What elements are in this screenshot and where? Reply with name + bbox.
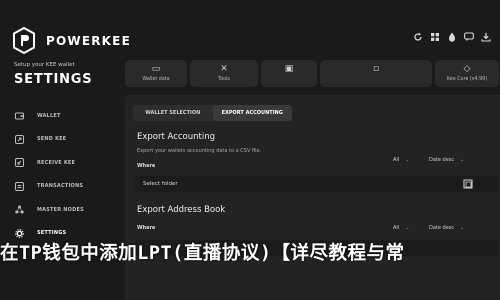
select-value: All <box>393 225 400 231</box>
chevron-down-icon: ⌄ <box>460 157 465 163</box>
filter-all-select[interactable]: All ⌄ <box>393 225 409 231</box>
chevron-down-icon: ⌄ <box>405 157 410 163</box>
sidebar-item-label: WALLET <box>37 112 61 119</box>
settings-icon <box>14 228 24 238</box>
tab-bar: ▭ Wallet data ✕ Tools ▣ ▫ ◇ Kee Core (v4… <box>125 60 500 87</box>
where-label: Where <box>137 225 156 231</box>
sidebar-item-label: SETTINGS <box>37 230 67 237</box>
droplet-icon[interactable] <box>446 31 458 43</box>
core-icon: ◇ <box>463 64 471 74</box>
settings-panel: WALLET SELECTION EXPORT ACCOUNTING Expor… <box>125 95 500 300</box>
chevron-down-icon: ⌄ <box>405 225 410 231</box>
tab-label: Wallet data <box>142 77 170 82</box>
sync-icon[interactable] <box>412 31 424 43</box>
download-icon[interactable] <box>480 31 492 43</box>
sidebar-item-label: TRANSACTIONS <box>37 183 84 190</box>
tab-label: Kee Core (v4.99) <box>446 77 488 82</box>
tab-kee-core[interactable]: ◇ Kee Core (v4.99) <box>435 60 499 87</box>
wallet-icon <box>14 111 24 121</box>
setup-text: Setup your KEE wallet <box>14 62 75 68</box>
select-value: Date desc <box>429 225 455 231</box>
folder-icon[interactable] <box>463 179 473 189</box>
section-description: Export your wallets accounting data to a… <box>137 148 262 154</box>
sidebar-item-master-nodes[interactable]: MASTER NODES <box>0 198 122 222</box>
transactions-icon <box>14 181 24 191</box>
logo-icon <box>13 27 35 54</box>
tab-4[interactable]: ▫ <box>320 60 432 87</box>
folder-input-text: Select folder <box>143 181 178 187</box>
tab-label: Tools <box>218 77 230 82</box>
master-nodes-icon <box>14 205 24 215</box>
sidebar-item-transactions[interactable]: TRANSACTIONS <box>0 175 122 199</box>
sort-date-select[interactable]: Date desc ⌄ <box>429 225 464 231</box>
sidebar-item-send-kee[interactable]: SEND KEE <box>0 128 122 152</box>
section-title: Export Address Book <box>137 205 226 215</box>
tab-3[interactable]: ▣ <box>261 60 317 87</box>
filter-all-select[interactable]: All ⌄ <box>393 157 409 163</box>
sidebar-item-wallet[interactable]: WALLET <box>0 104 122 128</box>
export-accounting-button[interactable]: EXPORT ACCOUNTING <box>212 105 292 121</box>
folder-input[interactable]: Select folder <box>135 176 499 192</box>
overlay-headline: 在TP钱包中添加LPT(直播协议)【详尽教程与常 <box>0 243 405 263</box>
top-toolbar <box>412 31 492 43</box>
select-value: All <box>393 157 400 163</box>
section-title: Export Accounting <box>137 132 215 142</box>
tab-icon: ▫ <box>372 64 380 74</box>
sidebar-item-label: MASTER NODES <box>37 206 84 213</box>
wallet-selection-button[interactable]: WALLET SELECTION <box>133 105 213 121</box>
sidebar-nav: WALLET SEND KEE RECEIVE KEE TRANSACTIONS <box>0 104 122 245</box>
segmented-control: WALLET SELECTION EXPORT ACCOUNTING <box>133 105 292 121</box>
brand-name: POWERKEE <box>46 34 131 48</box>
where-label: Where <box>137 163 156 169</box>
tools-icon: ✕ <box>220 64 228 74</box>
chat-icon[interactable] <box>463 31 475 43</box>
wallet-data-icon: ▭ <box>151 64 161 74</box>
page-title: SETTINGS <box>14 72 93 87</box>
chevron-down-icon: ⌄ <box>460 225 465 231</box>
tab-icon: ▣ <box>284 64 294 74</box>
receive-icon <box>14 158 24 168</box>
sidebar-item-label: RECEIVE KEE <box>37 159 76 166</box>
grid-icon[interactable] <box>429 31 441 43</box>
app-window: POWERKEE Setup your KEE wallet SETTINGS … <box>0 0 500 300</box>
tab-wallet-data[interactable]: ▭ Wallet data <box>125 60 187 87</box>
sidebar-item-receive-kee[interactable]: RECEIVE KEE <box>0 151 122 175</box>
sidebar-item-label: SEND KEE <box>37 136 67 143</box>
select-value: Date desc <box>429 157 455 163</box>
tab-tools[interactable]: ✕ Tools <box>190 60 258 87</box>
send-icon <box>14 134 24 144</box>
sort-date-select[interactable]: Date desc ⌄ <box>429 157 464 163</box>
